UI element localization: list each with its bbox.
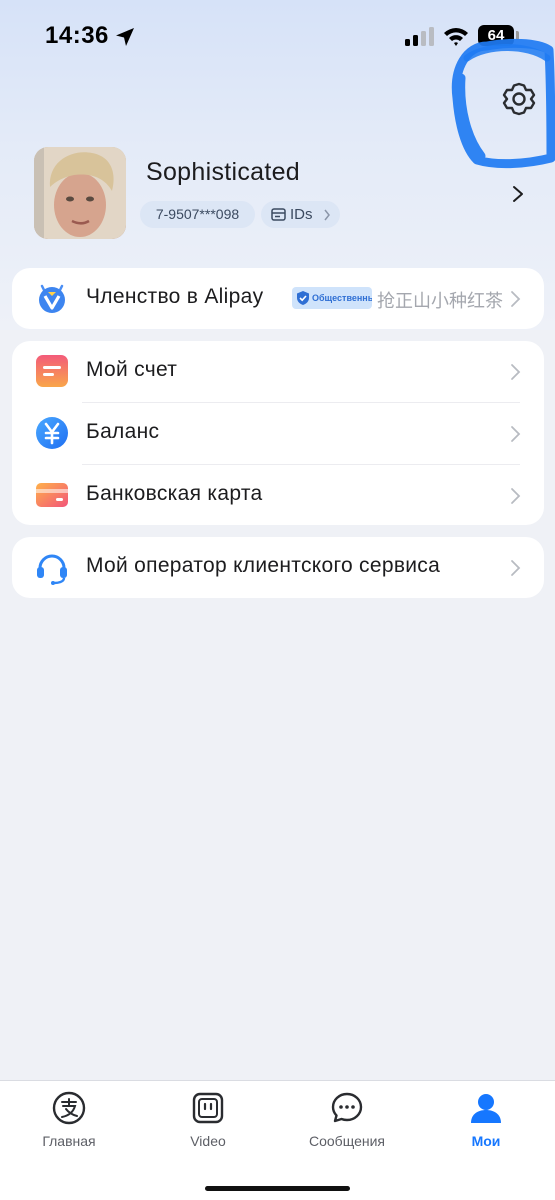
profile-name: Sophisticated <box>146 158 300 186</box>
id-card-icon <box>271 208 286 221</box>
balance-row[interactable]: Баланс <box>12 403 544 465</box>
ids-label: IDs <box>290 206 313 223</box>
tab-messages[interactable]: Сообщения <box>278 1081 416 1171</box>
tab-bar: Главная Video Сообщения Мои <box>0 1080 555 1200</box>
membership-row[interactable]: Членство в Alipay Общественный 抢正山小种红茶 <box>12 268 544 330</box>
service-label: Мой оператор клиентского сервиса <box>86 554 441 577</box>
chevron-right-icon <box>324 209 330 221</box>
tab-video[interactable]: Video <box>139 1081 277 1171</box>
video-icon <box>192 1092 224 1124</box>
tab-home-label: Главная <box>42 1133 96 1149</box>
bank-card-label: Банковская карта <box>86 482 263 505</box>
chat-icon <box>331 1092 363 1123</box>
service-card: Мой оператор клиентского сервиса <box>12 537 544 598</box>
profile-chevron-right-icon[interactable] <box>512 185 524 203</box>
chevron-right-icon <box>511 560 521 576</box>
account-icon <box>36 355 68 387</box>
balance-label: Баланс <box>86 420 160 443</box>
bank-card-icon <box>36 483 68 507</box>
membership-label: Членство в Alipay <box>86 285 264 308</box>
account-label: Мой счет <box>86 358 178 381</box>
status-time: 14:36 <box>45 22 109 49</box>
avatar-photo <box>34 147 126 239</box>
signal-icon <box>405 27 434 46</box>
chevron-right-icon <box>511 426 521 442</box>
service-row[interactable]: Мой оператор клиентского сервиса <box>12 537 544 599</box>
shield-check-icon <box>297 291 309 305</box>
chevron-right-icon <box>511 488 521 504</box>
tab-home[interactable]: Главная <box>0 1081 138 1171</box>
membership-badge: Общественный <box>292 287 372 309</box>
location-arrow-icon <box>116 28 134 46</box>
yuan-coin-icon <box>36 417 68 449</box>
phone-chip[interactable]: 7-9507***098 <box>140 201 255 228</box>
alipay-member-icon <box>39 284 65 313</box>
home-indicator <box>205 1186 350 1191</box>
tab-profile-label: Мои <box>471 1133 501 1149</box>
bank-card-row[interactable]: Банковская карта <box>12 465 544 527</box>
tab-video-label: Video <box>190 1133 226 1149</box>
membership-card[interactable]: Членство в Alipay Общественный 抢正山小种红茶 <box>12 268 544 329</box>
person-icon <box>471 1094 501 1123</box>
tab-messages-label: Сообщения <box>309 1133 385 1149</box>
accounts-card: Мой счет Баланс Банковская карта <box>12 341 544 525</box>
membership-hint: 抢正山小种红茶 <box>377 291 503 311</box>
tab-profile[interactable]: Мои <box>417 1081 555 1171</box>
membership-badge-text: Общественный <box>312 293 372 303</box>
gear-icon[interactable] <box>500 80 538 118</box>
chevron-right-icon <box>511 364 521 380</box>
alipay-home-icon <box>52 1091 86 1125</box>
headset-icon <box>37 554 67 585</box>
account-row[interactable]: Мой счет <box>12 341 544 403</box>
avatar[interactable] <box>34 147 126 239</box>
ids-button[interactable]: IDs <box>261 201 340 228</box>
chevron-right-icon <box>511 291 521 307</box>
